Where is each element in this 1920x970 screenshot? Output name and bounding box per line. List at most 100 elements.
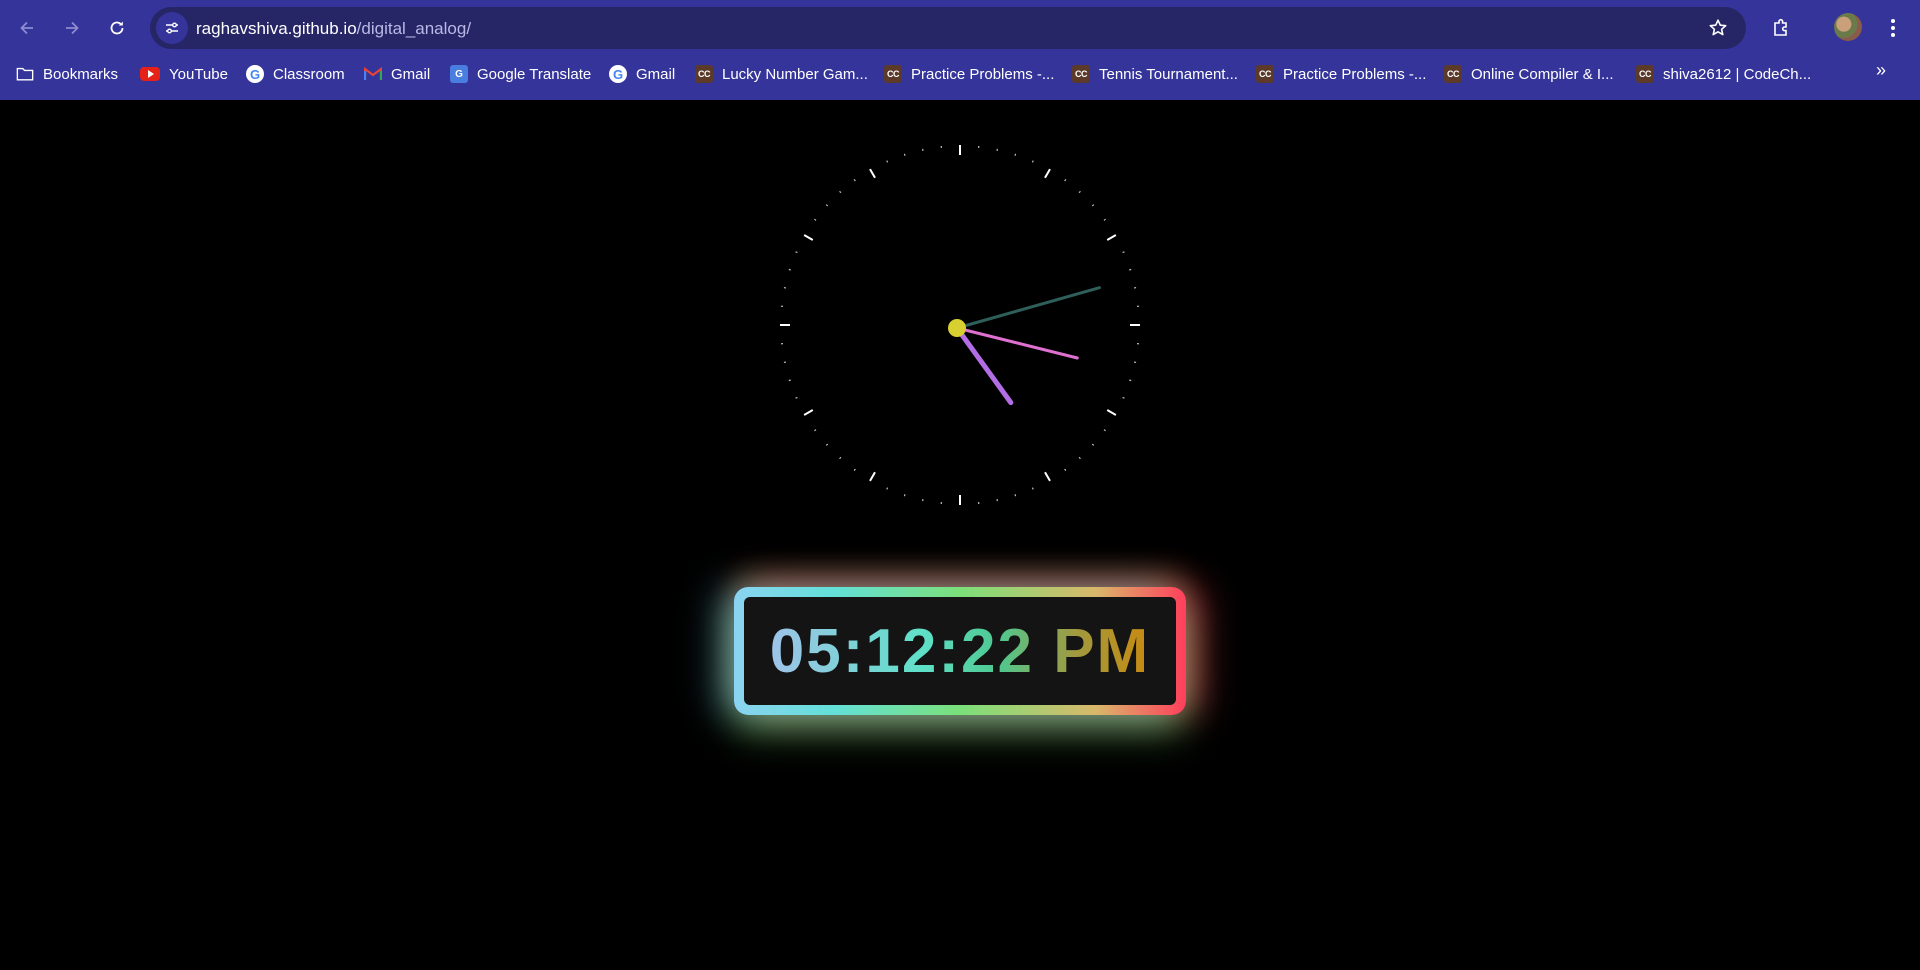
minute-tick — [886, 487, 889, 490]
digital-clock: 05:12:22 PM — [734, 587, 1186, 715]
bookmark-label: Gmail — [636, 65, 676, 83]
minute-tick — [1091, 443, 1095, 446]
gmail-icon — [364, 65, 382, 83]
minute-tick — [825, 443, 829, 446]
minute-tick — [1014, 494, 1017, 497]
digital-clock-face: 05:12:22 PM — [744, 597, 1176, 705]
minute-tick — [1064, 179, 1067, 182]
bookmark-star-button[interactable] — [1702, 12, 1734, 44]
reload-button[interactable] — [100, 11, 134, 45]
bookmark-label: Classroom — [273, 65, 345, 83]
google-icon: G — [246, 65, 264, 83]
bookmark-item[interactable]: CC Practice Problems -... — [1256, 60, 1426, 88]
minute-tick — [1122, 251, 1125, 254]
minute-tick — [1103, 218, 1106, 221]
bookmark-label: Gmail — [391, 65, 431, 83]
bookmark-label: Online Compiler & I... — [1471, 65, 1614, 83]
codechef-icon: CC — [1444, 65, 1462, 83]
minute-tick — [903, 153, 906, 156]
hour-tick — [869, 471, 876, 482]
url-host: raghavshiva.github.io — [196, 19, 357, 38]
minute-tick — [839, 190, 842, 194]
hour-tick — [803, 409, 814, 416]
digital-time: 05:12:22 PM — [770, 616, 1150, 687]
minute-tick — [1122, 396, 1125, 399]
clock-center — [948, 319, 966, 337]
minute-hand — [955, 286, 1101, 330]
minute-tick — [795, 251, 798, 254]
digital-time-value: 05:12:22 — [769, 616, 1034, 686]
hour-tick — [1044, 471, 1051, 482]
bookmark-item[interactable]: G Classroom — [246, 60, 345, 88]
bookmark-item[interactable]: CC Online Compiler & I... — [1444, 60, 1614, 88]
analog-clock — [780, 145, 1140, 505]
arrow-right-icon — [66, 21, 79, 35]
minute-tick — [1091, 204, 1095, 207]
digital-period: PM — [1053, 616, 1151, 686]
minute-tick — [788, 268, 791, 271]
minute-tick — [903, 494, 906, 497]
minute-tick — [1078, 190, 1081, 194]
hour-tick — [1106, 409, 1117, 416]
youtube-icon — [140, 67, 160, 81]
bookmarks-bar: Bookmarks YouTube G Classroom Gmail G Go… — [0, 58, 1920, 90]
codechef-icon: CC — [884, 65, 902, 83]
profile-avatar[interactable] — [1834, 13, 1862, 41]
hour-tick — [1106, 234, 1117, 241]
bookmark-item[interactable]: G Gmail — [609, 60, 675, 88]
browser-chrome: raghavshiva.github.io/digital_analog/ Bo… — [0, 0, 1920, 100]
url-text[interactable]: raghavshiva.github.io/digital_analog/ — [196, 19, 471, 39]
extensions-button[interactable] — [1764, 11, 1798, 45]
bookmark-label: Bookmarks — [43, 65, 119, 83]
google-icon: G — [609, 65, 627, 83]
back-button[interactable] — [10, 11, 44, 45]
site-info-button[interactable] — [156, 12, 188, 44]
codechef-icon: CC — [1636, 65, 1654, 83]
bookmark-item[interactable]: G Google Translate — [450, 60, 591, 88]
minute-tick — [853, 179, 856, 182]
hour-tick — [803, 234, 814, 241]
bookmark-item[interactable]: YouTube — [140, 60, 228, 88]
minute-tick — [1129, 268, 1132, 271]
bookmark-item[interactable]: CC shiva2612 | CodeCh... — [1636, 60, 1811, 88]
menu-button[interactable] — [1876, 11, 1910, 45]
puzzle-icon — [1774, 18, 1787, 36]
reload-icon — [110, 21, 124, 35]
bookmark-item[interactable]: Gmail — [364, 60, 430, 88]
minute-tick — [886, 160, 889, 163]
minute-tick — [839, 456, 842, 460]
minute-tick — [1103, 429, 1106, 432]
codechef-icon: CC — [1256, 65, 1274, 83]
url-path: /digital_analog/ — [356, 19, 472, 38]
bookmarks-overflow-button[interactable]: » — [1876, 60, 1886, 81]
hour-tick — [869, 168, 876, 179]
google-translate-icon: G — [450, 65, 468, 83]
bookmark-label: Lucky Number Gam... — [722, 65, 868, 83]
bookmark-label: shiva2612 | CodeCh... — [1663, 65, 1812, 83]
bookmark-item[interactable]: CC Tennis Tournament... — [1072, 60, 1238, 88]
double-chevron-right-icon: » — [1875, 60, 1886, 80]
codechef-icon: CC — [1072, 65, 1090, 83]
minute-tick — [1078, 456, 1081, 460]
folder-icon — [16, 65, 34, 83]
minute-tick — [1014, 153, 1017, 156]
minute-tick — [853, 468, 856, 471]
bookmark-item[interactable]: CC Lucky Number Gam... — [695, 60, 868, 88]
star-icon — [1709, 19, 1727, 36]
minute-tick — [1031, 160, 1034, 163]
minute-tick — [825, 204, 829, 207]
minute-tick — [814, 429, 817, 432]
bookmark-label: Google Translate — [477, 65, 592, 83]
bookmark-folder[interactable]: Bookmarks — [16, 60, 118, 88]
minute-tick — [1031, 487, 1034, 490]
bookmark-label: Practice Problems -... — [1283, 65, 1427, 83]
bookmark-label: YouTube — [169, 65, 228, 83]
arrow-left-icon — [20, 21, 33, 35]
minute-tick — [814, 218, 817, 221]
bookmark-label: Tennis Tournament... — [1099, 65, 1238, 83]
forward-button[interactable] — [55, 11, 89, 45]
bookmark-label: Practice Problems -... — [911, 65, 1055, 83]
bookmark-item[interactable]: CC Practice Problems -... — [884, 60, 1054, 88]
tune-icon — [166, 22, 178, 34]
address-bar[interactable]: raghavshiva.github.io/digital_analog/ — [150, 7, 1746, 49]
